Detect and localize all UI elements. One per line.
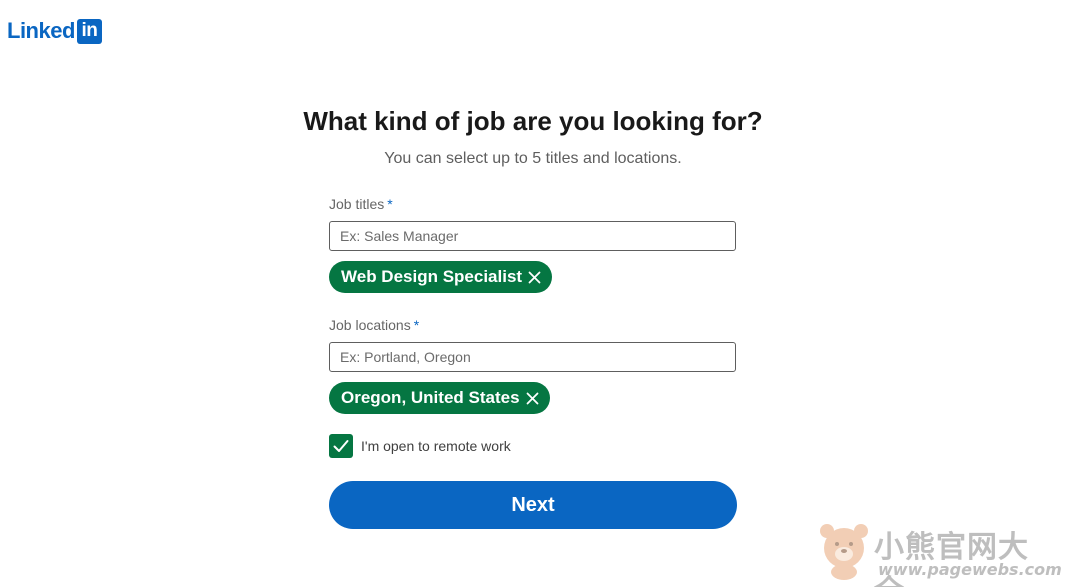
logo-in-box: in (76, 18, 102, 44)
remote-work-checkbox[interactable] (329, 434, 353, 458)
linkedin-logo[interactable]: Linked in (7, 18, 102, 44)
job-locations-input[interactable] (329, 342, 736, 372)
remote-work-label[interactable]: I'm open to remote work (361, 438, 511, 454)
job-titles-label: Job titles * (329, 194, 737, 214)
logo-wordmark: Linked (7, 18, 75, 43)
job-locations-label: Job locations * (329, 315, 737, 335)
checkmark-icon (333, 440, 349, 452)
job-preferences-form: Job titles* Web Design Specialist Job lo… (329, 194, 737, 458)
job-location-pill[interactable]: Oregon, United States (329, 382, 550, 414)
bear-icon (820, 524, 868, 580)
job-location-pill-label: Oregon, United States (341, 388, 520, 407)
job-title-pill-label: Web Design Specialist (341, 267, 523, 286)
required-mark: * (387, 196, 393, 212)
watermark-url: www.pagewebs.com (878, 560, 1062, 579)
next-button[interactable]: Next (329, 481, 737, 529)
remote-work-option[interactable]: I'm open to remote work (329, 434, 737, 458)
page-subtitle: You can select up to 5 titles and locati… (384, 150, 682, 167)
required-mark: * (413, 317, 420, 333)
page: Linked in What kind of job are you looki… (0, 0, 1066, 587)
watermark: 小熊官网大全 www.pagewebs.com (818, 522, 1062, 587)
close-icon[interactable] (528, 271, 541, 284)
close-icon[interactable] (526, 392, 539, 405)
job-title-pill[interactable]: Web Design Specialist (329, 261, 553, 293)
page-title: What kind of job are you looking for? (303, 106, 763, 136)
job-locations-label-text: Job locations (329, 317, 411, 333)
job-titles-label-text: Job titles (329, 196, 385, 212)
job-titles-input[interactable] (329, 221, 736, 251)
